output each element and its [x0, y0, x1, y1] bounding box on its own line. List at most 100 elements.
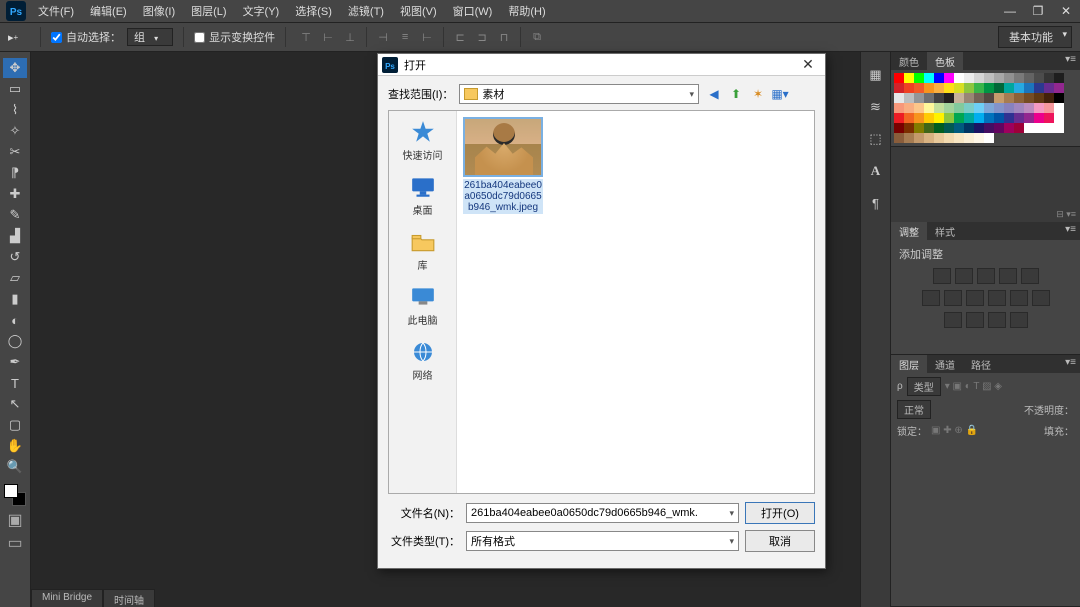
- swatch-cell[interactable]: [1004, 123, 1014, 133]
- swatch-cell[interactable]: [954, 93, 964, 103]
- align-bottom-icon[interactable]: ⊥: [340, 27, 360, 47]
- swatch-cell[interactable]: [1044, 113, 1054, 123]
- swatch-cell[interactable]: [954, 83, 964, 93]
- tab-timeline[interactable]: 时间轴: [103, 589, 155, 607]
- swatch-cell[interactable]: [894, 133, 904, 143]
- align-top-icon[interactable]: ⊤: [296, 27, 316, 47]
- adj-brightness-icon[interactable]: [933, 268, 951, 284]
- minimize-button[interactable]: —: [996, 2, 1024, 20]
- swatch-cell[interactable]: [1024, 113, 1034, 123]
- auto-select-target[interactable]: 组 ▾: [127, 28, 173, 46]
- swatch-cell[interactable]: [914, 123, 924, 133]
- swatch-cell[interactable]: [954, 73, 964, 83]
- swatch-cell[interactable]: [974, 113, 984, 123]
- swatch-cell[interactable]: [924, 133, 934, 143]
- swatch-cell[interactable]: [994, 83, 1004, 93]
- swatch-cell[interactable]: [1024, 83, 1034, 93]
- align-hcenter-icon[interactable]: ≡: [395, 27, 415, 47]
- menu-view[interactable]: 视图(V): [392, 0, 445, 22]
- swatch-cell[interactable]: [1054, 103, 1064, 113]
- swatch-cell[interactable]: [1004, 73, 1014, 83]
- swatch-cell[interactable]: [1034, 93, 1044, 103]
- adj-bw-icon[interactable]: [944, 290, 962, 306]
- swatch-cell[interactable]: [984, 83, 994, 93]
- swatch-cell[interactable]: [974, 123, 984, 133]
- lasso-tool-icon[interactable]: ⌇: [3, 100, 27, 120]
- magic-wand-tool-icon[interactable]: ✧: [3, 121, 27, 141]
- swatch-cell[interactable]: [894, 113, 904, 123]
- swatch-cell[interactable]: [984, 113, 994, 123]
- dist-3-icon[interactable]: ⊓: [494, 27, 514, 47]
- swatch-cell[interactable]: [1034, 103, 1044, 113]
- swatch-cell[interactable]: [904, 113, 914, 123]
- panel-menu-icon[interactable]: ▾≡: [1061, 222, 1080, 240]
- cancel-button[interactable]: 取消: [745, 530, 815, 552]
- pen-tool-icon[interactable]: ✒: [3, 352, 27, 372]
- tab-color[interactable]: 颜色: [891, 52, 927, 70]
- adj-gradmap-icon[interactable]: [988, 312, 1006, 328]
- swatch-cell[interactable]: [954, 113, 964, 123]
- swatch-cell[interactable]: [1014, 93, 1024, 103]
- swatch-cell[interactable]: [904, 93, 914, 103]
- swatch-cell[interactable]: [1044, 123, 1054, 133]
- place-desktop[interactable]: 桌面: [390, 170, 456, 225]
- menu-filter[interactable]: 滤镜(T): [340, 0, 392, 22]
- dock-histogram-icon[interactable]: ▦: [865, 64, 887, 86]
- tab-paths[interactable]: 路径: [963, 355, 999, 373]
- arrange-icon[interactable]: ⧉: [527, 27, 547, 47]
- menu-image[interactable]: 图像(I): [135, 0, 183, 22]
- swatch-cell[interactable]: [1014, 113, 1024, 123]
- swatch-cell[interactable]: [914, 73, 924, 83]
- adj-mixer-icon[interactable]: [988, 290, 1006, 306]
- adj-photo-icon[interactable]: [966, 290, 984, 306]
- swatch-cell[interactable]: [1044, 103, 1054, 113]
- tab-minibridge[interactable]: Mini Bridge: [31, 589, 103, 607]
- swatch-cell[interactable]: [984, 103, 994, 113]
- swatch-cell[interactable]: [924, 123, 934, 133]
- nav-up-icon[interactable]: ⬆: [727, 85, 745, 103]
- color-swatch[interactable]: [4, 484, 26, 506]
- swatch-cell[interactable]: [1024, 73, 1034, 83]
- swatch-cell[interactable]: [944, 83, 954, 93]
- heal-tool-icon[interactable]: ✚: [3, 184, 27, 204]
- place-network[interactable]: 网络: [390, 335, 456, 390]
- swatch-cell[interactable]: [894, 83, 904, 93]
- swatch-cell[interactable]: [994, 103, 1004, 113]
- swatch-cell[interactable]: [1024, 93, 1034, 103]
- layer-filter-kind[interactable]: 类型: [907, 377, 941, 396]
- swatch-cell[interactable]: [974, 103, 984, 113]
- swatch-cell[interactable]: [904, 83, 914, 93]
- swatch-cell[interactable]: [984, 123, 994, 133]
- swatches-grid[interactable]: [894, 73, 1064, 143]
- file-thumb[interactable]: 261ba404eabee0a0650dc79d0665b946_wmk.jpe…: [463, 117, 543, 214]
- swatch-cell[interactable]: [1014, 103, 1024, 113]
- path-select-tool-icon[interactable]: ↖: [3, 394, 27, 414]
- restore-button[interactable]: ❐: [1024, 2, 1052, 20]
- dist-1-icon[interactable]: ⊏: [450, 27, 470, 47]
- swatch-cell[interactable]: [1054, 113, 1064, 123]
- align-vmid-icon[interactable]: ⊢: [318, 27, 338, 47]
- adj-levels-icon[interactable]: [955, 268, 973, 284]
- swatch-cell[interactable]: [984, 73, 994, 83]
- auto-select-checkbox[interactable]: [51, 32, 62, 43]
- swatch-cell[interactable]: [914, 133, 924, 143]
- panel-menu-icon[interactable]: ▾≡: [1061, 52, 1080, 70]
- swatch-cell[interactable]: [1004, 113, 1014, 123]
- swatch-cell[interactable]: [994, 93, 1004, 103]
- swatch-cell[interactable]: [1044, 73, 1054, 83]
- menu-file[interactable]: 文件(F): [30, 0, 82, 22]
- swatch-cell[interactable]: [964, 113, 974, 123]
- swatch-cell[interactable]: [1034, 73, 1044, 83]
- swatch-cell[interactable]: [974, 133, 984, 143]
- swatch-cell[interactable]: [974, 73, 984, 83]
- swatch-cell[interactable]: [1044, 83, 1054, 93]
- swatch-cell[interactable]: [1054, 83, 1064, 93]
- swatch-cell[interactable]: [1024, 123, 1034, 133]
- nav-recent-icon[interactable]: ✶: [749, 85, 767, 103]
- panel-collapse-icon[interactable]: ⊟ ▾≡: [1056, 209, 1076, 220]
- menu-select[interactable]: 选择(S): [287, 0, 340, 22]
- zoom-tool-icon[interactable]: 🔍: [3, 457, 27, 477]
- swatch-cell[interactable]: [1024, 103, 1034, 113]
- align-left-icon[interactable]: ⊣: [373, 27, 393, 47]
- adj-invert-icon[interactable]: [1032, 290, 1050, 306]
